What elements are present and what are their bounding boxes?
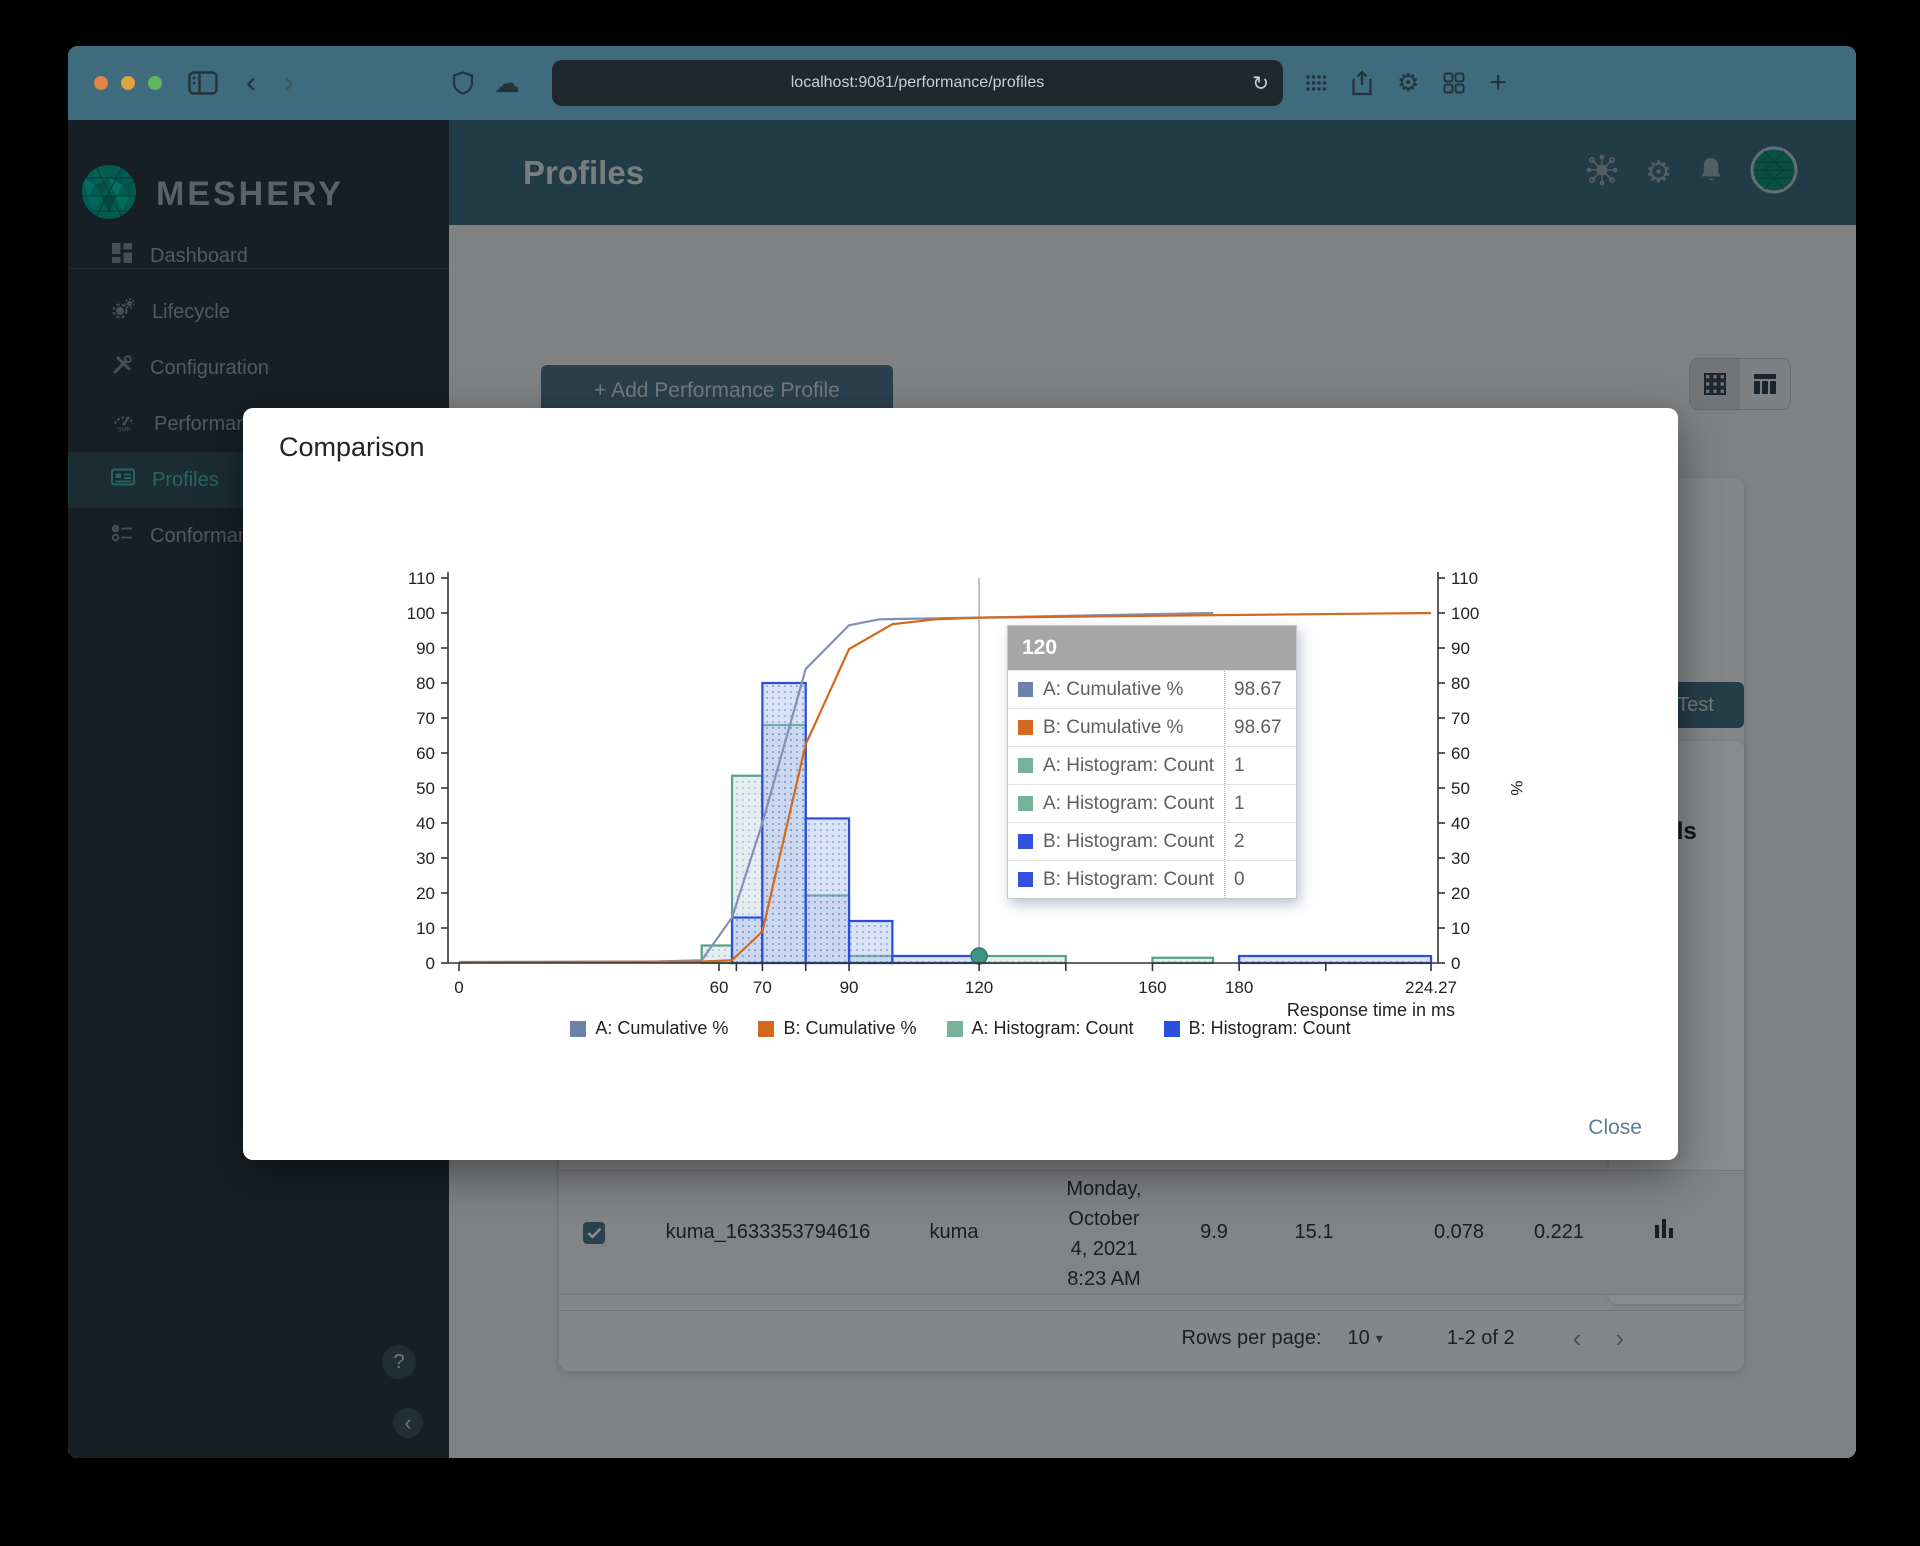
browser-toolbar: ‹ › ☁ localhost:9081/performance/profile… xyxy=(68,46,1856,120)
series-swatch xyxy=(1018,872,1033,887)
shield-icon[interactable] xyxy=(452,71,474,95)
svg-text:90: 90 xyxy=(416,639,435,658)
cloud-icon[interactable]: ☁ xyxy=(494,70,520,96)
tooltip-series-label: B: Histogram: Count xyxy=(1043,868,1215,890)
tooltip-series-value: 1 xyxy=(1224,785,1296,822)
new-tab-icon[interactable]: + xyxy=(1489,68,1507,98)
svg-text:40: 40 xyxy=(416,814,435,833)
comparison-chart[interactable]: 0 010 1020 2030 3040 4050 5060 6070 7080 8090 9010… xyxy=(243,558,1678,1018)
url-text: localhost:9081/performance/profiles xyxy=(790,74,1045,91)
extensions-grid-icon[interactable] xyxy=(1443,72,1465,94)
svg-text:10: 10 xyxy=(416,919,435,938)
legend-label: B: Cumulative % xyxy=(783,1018,917,1038)
svg-text:120: 120 xyxy=(965,978,993,997)
svg-text:110: 110 xyxy=(1451,569,1478,588)
x-axis-label: Response time in ms xyxy=(1287,1000,1455,1018)
close-button[interactable]: Close xyxy=(1588,1116,1642,1140)
svg-text:70: 70 xyxy=(416,709,435,728)
svg-text:50: 50 xyxy=(1451,779,1470,798)
svg-text:10: 10 xyxy=(1451,919,1470,938)
back-icon[interactable]: ‹ xyxy=(246,68,256,98)
svg-text:180: 180 xyxy=(1225,978,1253,997)
svg-text:100: 100 xyxy=(407,604,435,623)
legend-swatch xyxy=(1163,1020,1180,1037)
tooltip-row: B: Cumulative % 98.67 xyxy=(1008,708,1296,746)
legend-label: A: Histogram: Count xyxy=(971,1018,1134,1038)
svg-text:70: 70 xyxy=(753,978,772,997)
svg-text:0: 0 xyxy=(1451,954,1460,973)
tooltip-series-value: 2 xyxy=(1224,823,1296,860)
series-swatch xyxy=(1018,720,1033,735)
svg-text:30: 30 xyxy=(416,849,435,868)
tooltip-series-value: 1 xyxy=(1224,747,1296,784)
legend-item[interactable]: B: Histogram: Count xyxy=(1163,1018,1351,1039)
svg-text:0: 0 xyxy=(454,978,463,997)
browser-settings-icon[interactable]: ⚙ xyxy=(1397,70,1419,96)
browser-window: ‹ › ☁ localhost:9081/performance/profile… xyxy=(68,46,1856,1458)
zoom-window-icon[interactable] xyxy=(148,76,162,90)
comparison-modal: Comparison 0 0 10 10 20 20 30 30 40 40 50 50 60 60 70 7… xyxy=(243,408,1678,1160)
tooltip-series-value: 0 xyxy=(1224,861,1296,898)
svg-text:80: 80 xyxy=(416,674,435,693)
legend-item[interactable]: A: Histogram: Count xyxy=(946,1018,1134,1039)
forward-icon[interactable]: › xyxy=(284,68,294,98)
tooltip-series-value: 98.67 xyxy=(1224,709,1296,746)
tab-overview-icon[interactable] xyxy=(1305,74,1327,92)
svg-text:30: 30 xyxy=(1451,849,1470,868)
address-bar[interactable]: localhost:9081/performance/profiles ↻ xyxy=(552,60,1283,106)
tooltip-series-label: A: Cumulative % xyxy=(1043,678,1184,700)
tooltip-row: B: Histogram: Count 0 xyxy=(1008,860,1296,898)
svg-text:40: 40 xyxy=(1451,814,1470,833)
share-icon[interactable] xyxy=(1351,70,1373,96)
tooltip-row: B: Histogram: Count 2 xyxy=(1008,822,1296,860)
legend-label: B: Histogram: Count xyxy=(1188,1018,1351,1038)
app-viewport: MESHERY Dashboard Lifecycle Configuration S… xyxy=(68,120,1856,1458)
modal-title: Comparison xyxy=(279,432,425,462)
svg-text:90: 90 xyxy=(1451,639,1470,658)
legend-swatch xyxy=(946,1020,963,1037)
selected-point-dot[interactable] xyxy=(970,947,988,965)
tooltip-header: 120 xyxy=(1008,626,1296,670)
legend-swatch xyxy=(570,1020,587,1037)
svg-text:60: 60 xyxy=(710,978,729,997)
series-swatch xyxy=(1018,758,1033,773)
svg-text:60: 60 xyxy=(416,744,435,763)
tooltip-series-label: A: Histogram: Count xyxy=(1043,792,1215,814)
tooltip-row: A: Cumulative % 98.67 xyxy=(1008,670,1296,708)
chart-legend: A: Cumulative % B: Cumulative % A: Histogr… xyxy=(243,1018,1678,1039)
svg-text:80: 80 xyxy=(1451,674,1470,693)
svg-text:70: 70 xyxy=(1451,709,1470,728)
svg-text:100: 100 xyxy=(1451,604,1479,623)
svg-text:90: 90 xyxy=(840,978,859,997)
svg-text:160: 160 xyxy=(1138,978,1166,997)
tooltip-series-label: B: Histogram: Count xyxy=(1043,830,1215,852)
minimize-window-icon[interactable] xyxy=(121,76,135,90)
y-axis-label: % xyxy=(1507,780,1526,795)
svg-text:50: 50 xyxy=(416,779,435,798)
tooltip-row: A: Histogram: Count 1 xyxy=(1008,746,1296,784)
legend-item[interactable]: A: Cumulative % xyxy=(570,1018,728,1039)
tooltip-series-label: A: Histogram: Count xyxy=(1043,754,1215,776)
legend-item[interactable]: B: Cumulative % xyxy=(758,1018,917,1039)
window-controls[interactable] xyxy=(94,76,162,90)
legend-swatch xyxy=(758,1020,775,1037)
sidebar-toggle-icon[interactable] xyxy=(188,71,218,95)
svg-text:20: 20 xyxy=(416,884,435,903)
tooltip-series-value: 98.67 xyxy=(1224,671,1296,708)
close-window-icon[interactable] xyxy=(94,76,108,90)
series-swatch xyxy=(1018,834,1033,849)
series-swatch xyxy=(1018,682,1033,697)
svg-text:110: 110 xyxy=(408,569,435,588)
tooltip-row: A: Histogram: Count 1 xyxy=(1008,784,1296,822)
svg-text:224.27: 224.27 xyxy=(1405,978,1457,997)
svg-text:60: 60 xyxy=(1451,744,1470,763)
chart-tooltip: 120 A: Cumulative % 98.67 B: Cumulative % 9… xyxy=(1007,625,1297,899)
svg-text:20: 20 xyxy=(1451,884,1470,903)
refresh-icon[interactable]: ↻ xyxy=(1252,71,1269,96)
svg-text:0: 0 xyxy=(426,954,435,973)
legend-label: A: Cumulative % xyxy=(595,1018,729,1038)
tooltip-series-label: B: Cumulative % xyxy=(1043,716,1184,738)
series-swatch xyxy=(1018,796,1033,811)
